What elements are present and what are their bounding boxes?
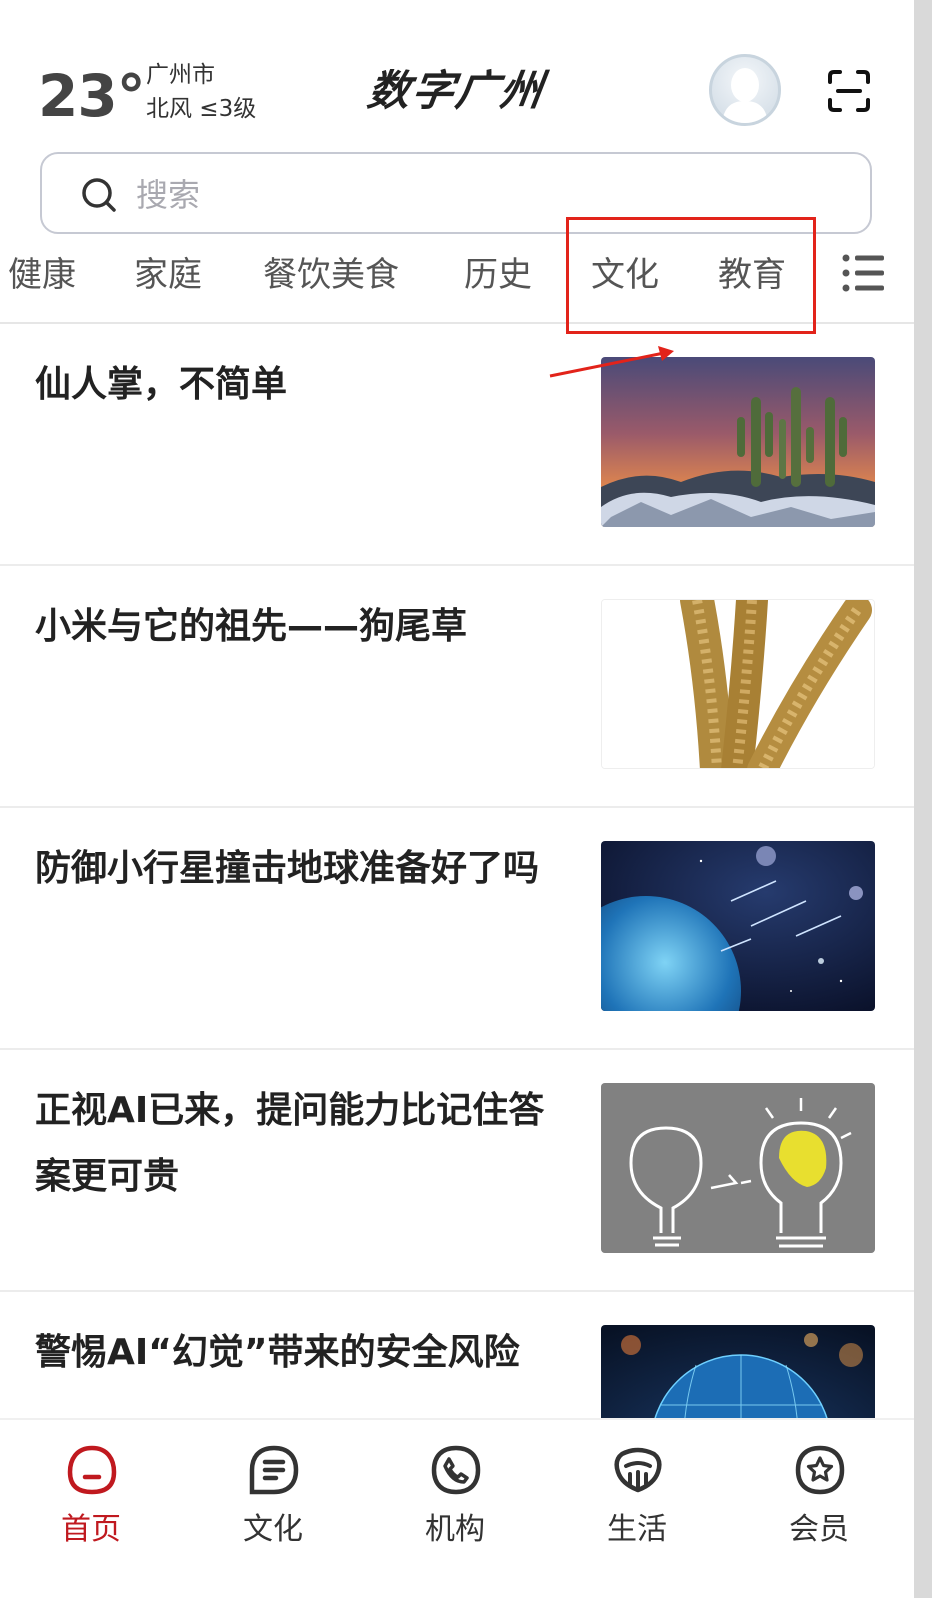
nav-life[interactable]: 生活 — [577, 1442, 697, 1562]
millet-image — [602, 600, 874, 768]
home-icon — [67, 1445, 117, 1495]
culture-icon — [249, 1445, 299, 1495]
article-title[interactable]: 正视AI已来，提问能力比记住答案更可贵 — [35, 1078, 555, 1210]
wind-info: 北风 ≤3级 — [146, 96, 257, 122]
member-icon — [795, 1445, 845, 1495]
article-feed[interactable]: 仙人掌，不简单 小米与它的祖先——狗尾草 防御小行星撞击地球准备好了吗 正视AI… — [0, 324, 914, 1418]
nav-institution[interactable]: 机构 — [395, 1442, 515, 1562]
nav-life-label: 生活 — [607, 1512, 667, 1547]
article-item[interactable]: 小米与它的祖先——狗尾草 — [0, 566, 914, 808]
nav-member-label: 会员 — [789, 1512, 849, 1547]
header: 23° 广州市 北风 ≤3级 数字广州 — [0, 0, 914, 150]
nav-culture[interactable]: 文化 — [213, 1442, 333, 1562]
search-icon — [82, 178, 116, 212]
scan-icon[interactable] — [826, 68, 872, 114]
article-title[interactable]: 仙人掌，不简单 — [35, 352, 555, 418]
phone-screen: 23° 广州市 北风 ≤3级 数字广州 健康 家庭 餐饮美食 历史 — [0, 0, 914, 1598]
city-name[interactable]: 广州市 — [146, 60, 215, 90]
home-indicator-area — [0, 1568, 914, 1598]
nav-member[interactable]: 会员 — [759, 1442, 879, 1562]
tab-history[interactable]: 历史 — [464, 250, 532, 300]
nav-culture-label: 文化 — [243, 1512, 303, 1547]
user-silhouette-icon — [722, 68, 768, 123]
article-thumbnail[interactable] — [601, 1083, 875, 1253]
tab-food[interactable]: 餐饮美食 — [263, 250, 399, 300]
article-thumbnail[interactable] — [601, 841, 875, 1011]
avatar[interactable] — [709, 54, 781, 126]
article-thumbnail[interactable] — [601, 599, 875, 769]
temperature: 23° — [38, 62, 146, 130]
article-item[interactable]: 警惕AI“幻觉”带来的安全风险 — [0, 1292, 914, 1418]
tab-health[interactable]: 健康 — [8, 250, 76, 300]
digital-globe-image — [601, 1325, 875, 1418]
article-title[interactable]: 警惕AI“幻觉”带来的安全风险 — [35, 1320, 555, 1386]
app-title: 数字广州 — [364, 66, 548, 115]
article-title[interactable]: 小米与它的祖先——狗尾草 — [35, 594, 555, 660]
article-item[interactable]: 防御小行星撞击地球准备好了吗 — [0, 808, 914, 1050]
annotation-highlight-box — [566, 217, 816, 334]
article-thumbnail[interactable] — [601, 1325, 875, 1418]
life-icon — [614, 1447, 662, 1493]
tab-family[interactable]: 家庭 — [134, 250, 202, 300]
article-title[interactable]: 防御小行星撞击地球准备好了吗 — [35, 836, 555, 902]
earth-space-image — [601, 841, 875, 1011]
article-item[interactable]: 正视AI已来，提问能力比记住答案更可贵 — [0, 1050, 914, 1292]
lightbulb-chalkboard-image — [601, 1083, 875, 1253]
article-item[interactable]: 仙人掌，不简单 — [0, 324, 914, 566]
category-menu-icon[interactable] — [840, 252, 886, 294]
bottom-nav: 首页 文化 机构 生活 会员 — [0, 1418, 914, 1568]
nav-institution-label: 机构 — [425, 1512, 485, 1547]
nav-home-label: 首页 — [61, 1512, 121, 1547]
phone-icon — [431, 1445, 481, 1495]
nav-home[interactable]: 首页 — [31, 1442, 151, 1562]
annotation-arrow-icon — [549, 346, 674, 378]
search-input[interactable] — [134, 168, 838, 222]
